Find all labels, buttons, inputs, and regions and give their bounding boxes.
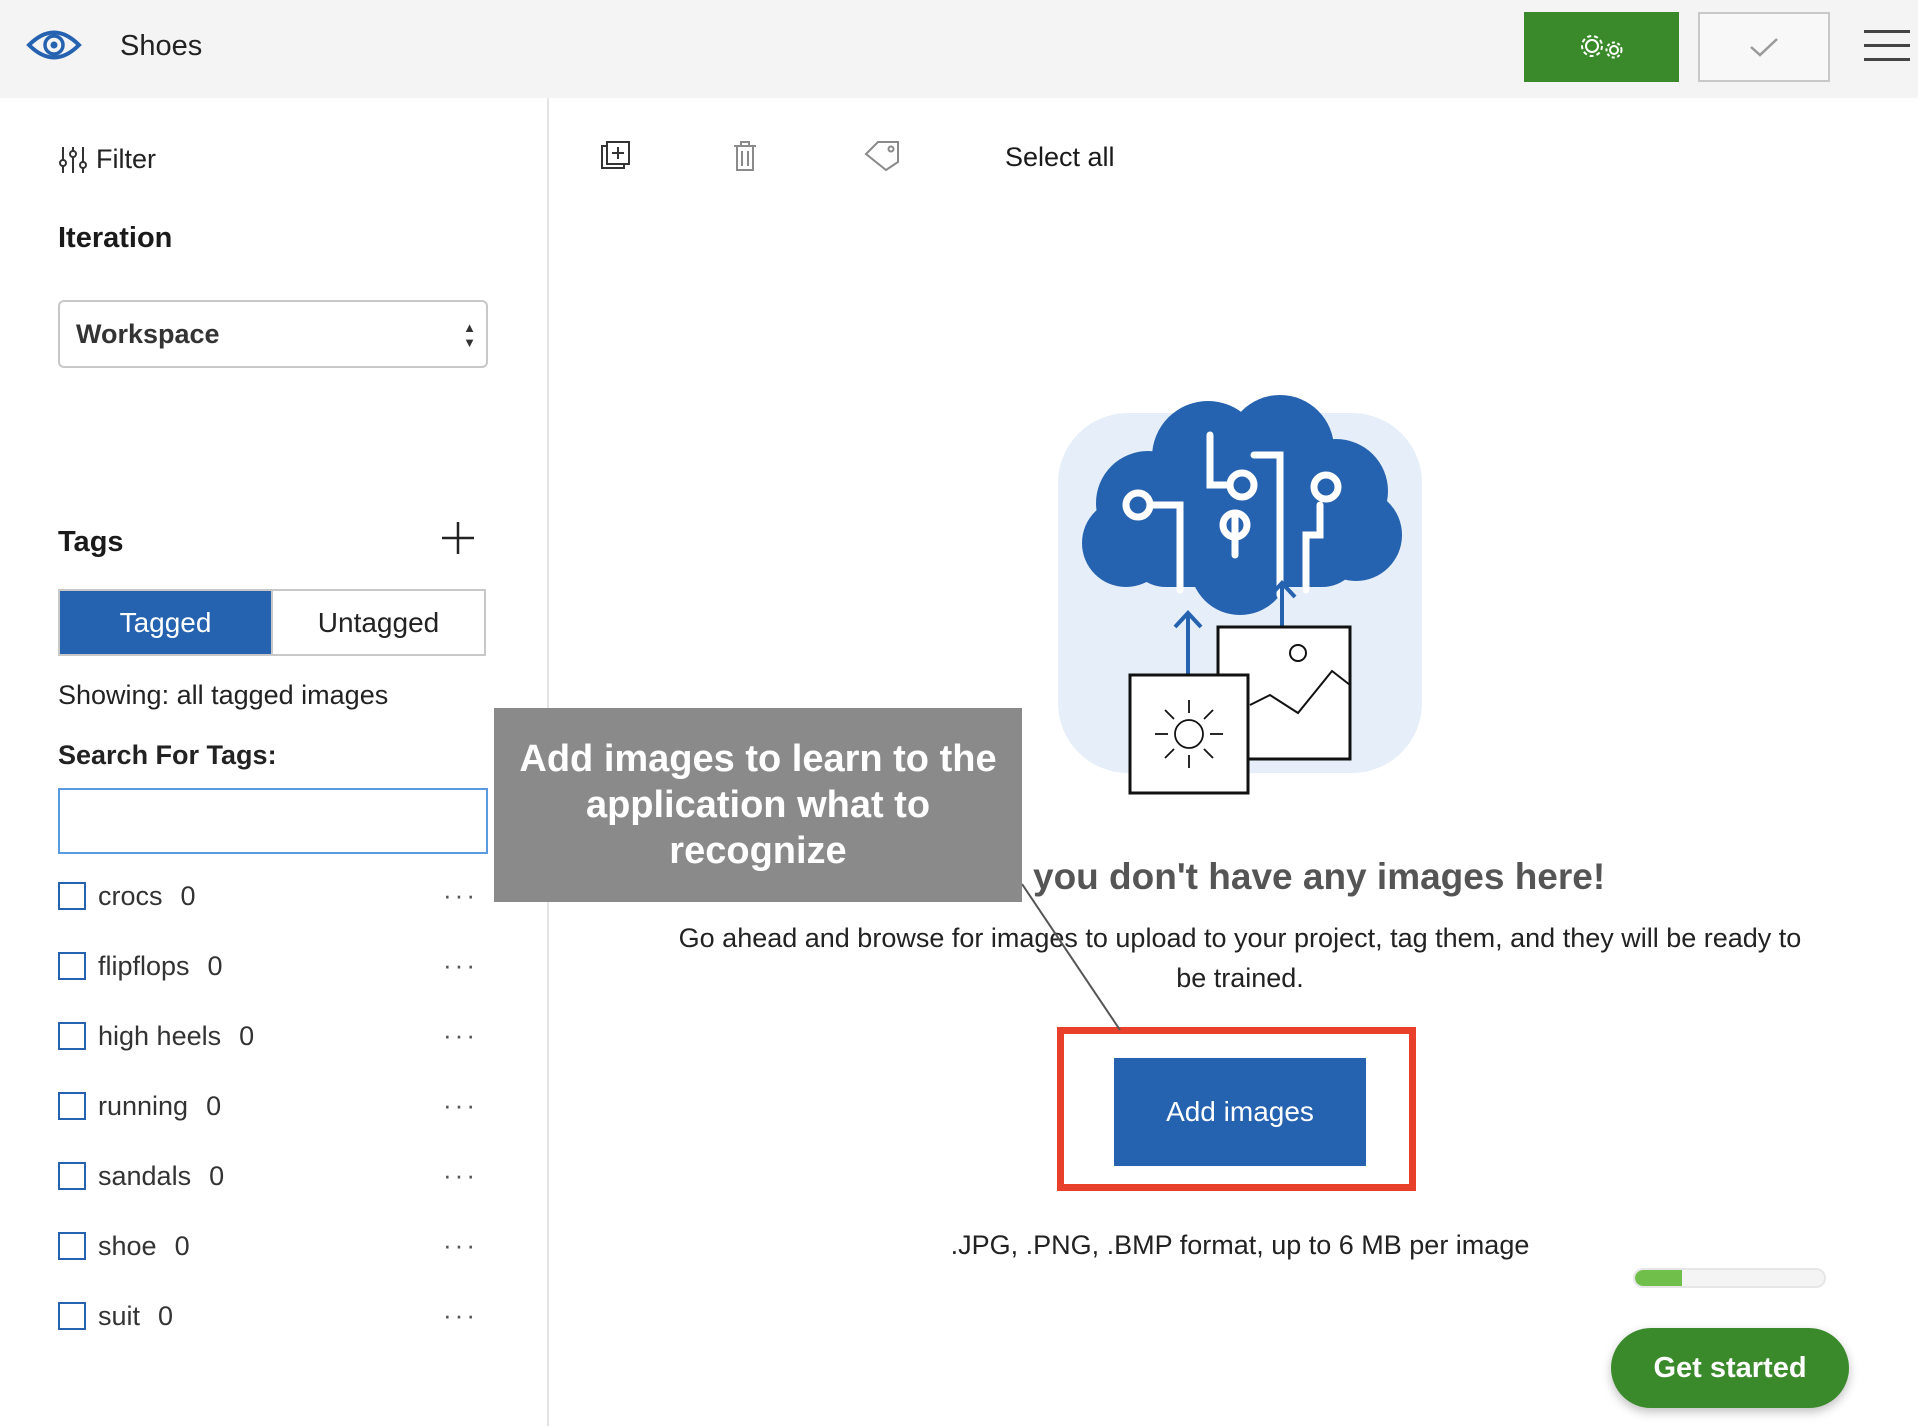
tag-item-suit[interactable]: suit 0 ··· — [58, 1296, 488, 1336]
tag-count: 0 — [239, 1020, 255, 1051]
tag-name: flipflops — [98, 950, 190, 981]
tag-name: suit — [98, 1300, 141, 1331]
tag-item-running[interactable]: running 0 ··· — [58, 1086, 488, 1126]
tab-untagged[interactable]: Untagged — [271, 591, 484, 654]
tag-count: 0 — [174, 1230, 190, 1261]
tag-count: 0 — [209, 1160, 225, 1191]
onboarding-progress-bar — [1633, 1268, 1826, 1288]
add-tag-plus-icon[interactable] — [438, 518, 478, 558]
tag-checkbox[interactable] — [58, 1092, 86, 1120]
tag-count: 0 — [158, 1300, 174, 1331]
brain-upload-illustration — [1040, 395, 1440, 805]
progress-fill — [1635, 1270, 1683, 1286]
tag-checkbox[interactable] — [58, 1162, 86, 1190]
tag-name: sandals — [98, 1160, 192, 1191]
callout-annotation: Add images to learn to the application w… — [494, 708, 1022, 902]
iteration-value: Workspace — [76, 318, 220, 349]
more-options-icon[interactable]: ··· — [443, 950, 478, 981]
hamburger-menu-icon[interactable] — [1864, 30, 1910, 64]
tag-count: 0 — [206, 1090, 222, 1121]
tag-item-flipflops[interactable]: flipflops 0 ··· — [58, 946, 488, 986]
tag-item-shoe[interactable]: shoe 0 ··· — [58, 1226, 488, 1266]
showing-status: Showing: all tagged images — [58, 680, 389, 710]
tag-filter-toggle: Tagged Untagged — [58, 589, 486, 656]
train-button[interactable] — [1524, 12, 1679, 82]
eye-logo-icon[interactable] — [26, 22, 82, 68]
more-options-icon[interactable]: ··· — [443, 1300, 478, 1331]
filter-button[interactable]: Filter — [58, 144, 156, 175]
trash-icon[interactable] — [732, 140, 758, 177]
tag-checkbox[interactable] — [58, 1022, 86, 1050]
tag-name: running — [98, 1090, 189, 1121]
tag-count: 0 — [180, 880, 196, 911]
quick-test-button[interactable] — [1698, 12, 1830, 82]
tag-checkbox[interactable] — [58, 882, 86, 910]
tag-checkbox[interactable] — [58, 952, 86, 980]
tag-name: crocs — [98, 880, 163, 911]
sidebar: Filter Iteration Workspace ▲ ▼ Tags Tagge… — [0, 98, 549, 1426]
search-tags-input[interactable] — [58, 788, 488, 854]
empty-state-heading: you don't have any images here! — [1033, 856, 1606, 897]
get-started-button[interactable]: Get started — [1611, 1328, 1849, 1408]
more-options-icon[interactable]: ··· — [443, 1160, 478, 1191]
tag-item-high-heels[interactable]: high heels 0 ··· — [58, 1016, 488, 1056]
tag-name: shoe — [98, 1230, 157, 1261]
iteration-heading: Iteration — [58, 222, 173, 254]
select-arrows-icon: ▲ ▼ — [463, 320, 476, 350]
search-tags-label: Search For Tags: — [58, 740, 277, 770]
tag-checkbox[interactable] — [58, 1302, 86, 1330]
more-options-icon[interactable]: ··· — [443, 1020, 478, 1051]
more-options-icon[interactable]: ··· — [443, 1230, 478, 1261]
more-options-icon[interactable]: ··· — [443, 880, 478, 911]
tag-name: high heels — [98, 1020, 222, 1051]
tag-count: 0 — [207, 950, 223, 981]
select-all-button[interactable]: Select all — [1005, 142, 1115, 173]
tab-tagged[interactable]: Tagged — [60, 591, 271, 654]
iteration-select[interactable]: Workspace ▲ ▼ — [58, 300, 488, 368]
filter-sliders-icon — [59, 146, 87, 173]
filter-label: Filter — [96, 144, 156, 174]
gears-icon — [1580, 35, 1622, 59]
check-icon — [1750, 38, 1778, 57]
supported-formats-text: .JPG, .PNG, .BMP format, up to 6 MB per … — [950, 1230, 1530, 1260]
empty-state-description: Go ahead and browse for images to upload… — [678, 923, 1802, 993]
tags-heading: Tags — [58, 526, 124, 558]
more-options-icon[interactable]: ··· — [443, 1090, 478, 1121]
add-images-button[interactable]: Add images — [1114, 1058, 1366, 1166]
tag-item-crocs[interactable]: crocs 0 ··· — [58, 876, 488, 916]
tag-label-icon[interactable] — [864, 140, 902, 177]
project-title: Shoes — [120, 30, 203, 62]
tag-checkbox[interactable] — [58, 1232, 86, 1260]
tag-item-sandals[interactable]: sandals 0 ··· — [58, 1156, 488, 1196]
add-images-toolbar-icon[interactable] — [600, 140, 632, 177]
top-bar: Shoes — [0, 0, 1918, 98]
